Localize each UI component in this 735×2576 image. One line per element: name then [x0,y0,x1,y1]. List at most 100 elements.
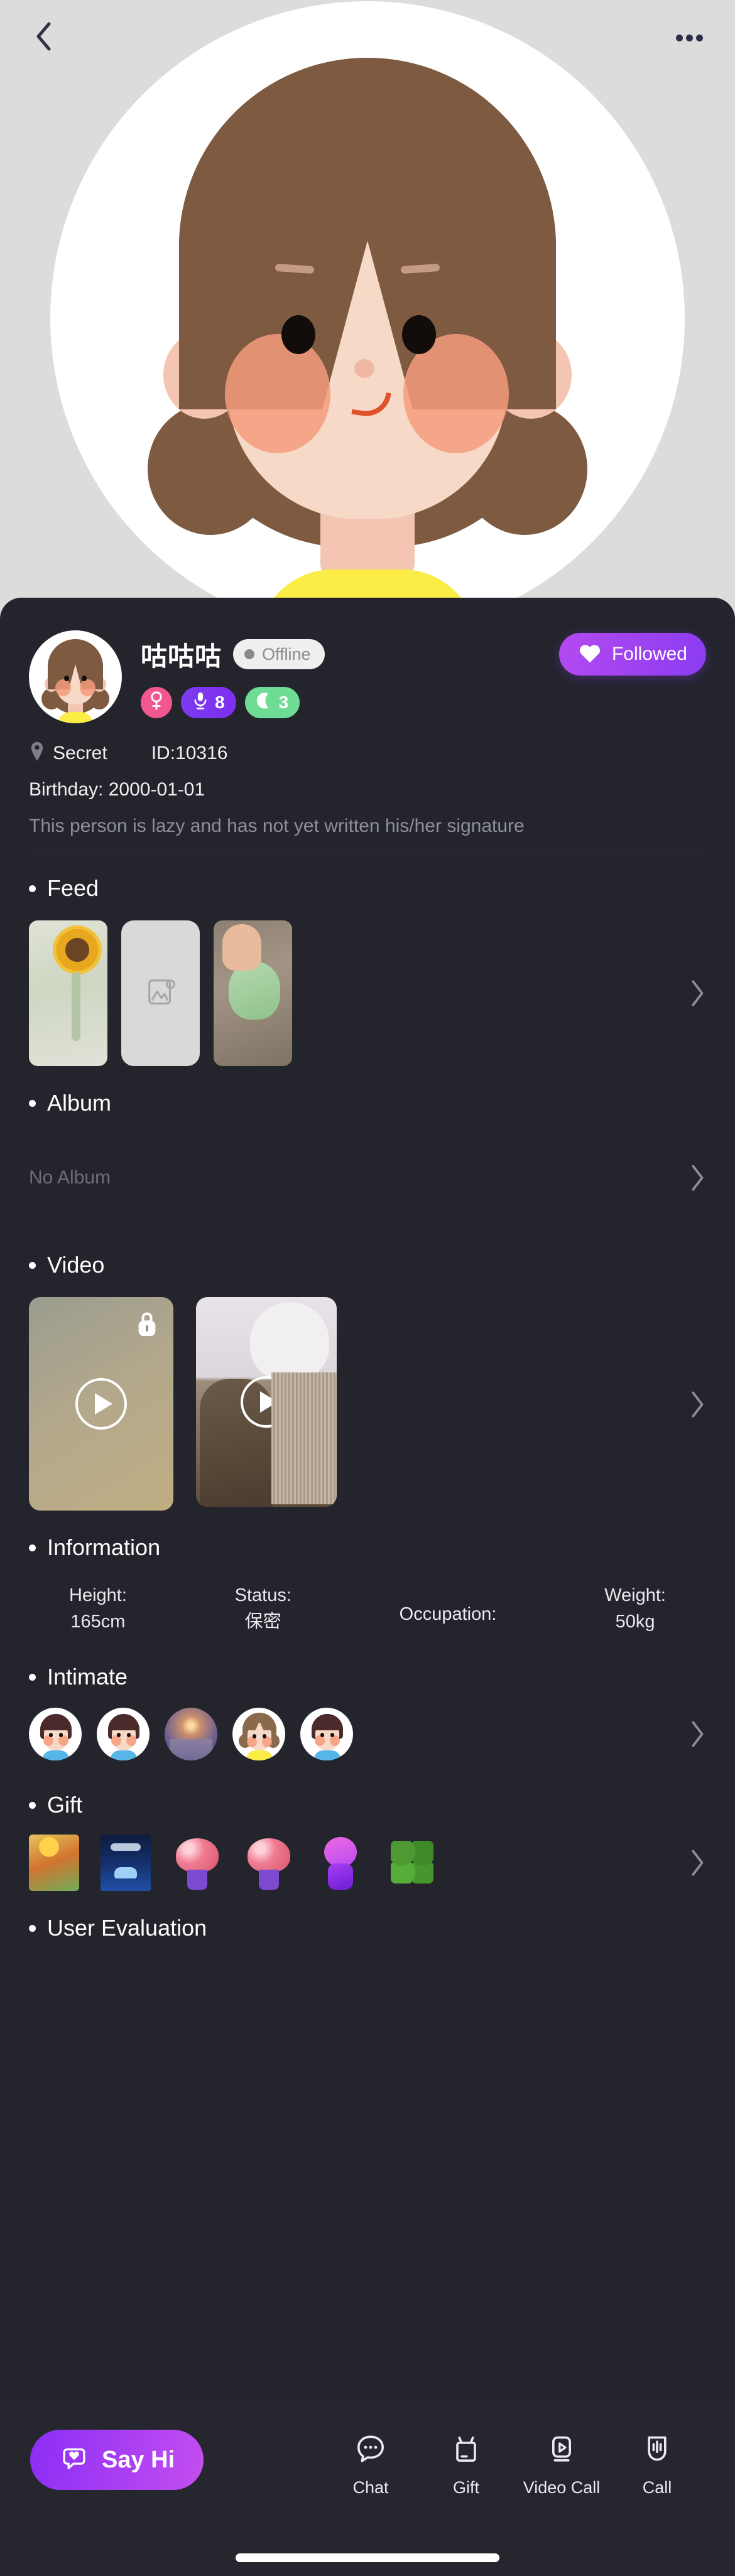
gift-item-four-leaf-clover[interactable] [387,1835,437,1891]
mini-avatar-cheek-right [80,679,95,696]
bottom-action-chat-label: Chat [352,2478,389,2497]
avatar[interactable] [29,630,122,723]
profile-birthday: Birthday: 2000-01-01 [29,779,205,800]
video-rail[interactable] [29,1297,706,1511]
location-pin-icon [29,741,45,765]
say-hi-button[interactable]: Say Hi [30,2430,204,2490]
album-empty-label: No Album [29,1167,111,1188]
bottom-action-gift[interactable]: Gift [418,2430,514,2498]
status-badge-label: Offline [262,644,311,664]
microphone-icon [192,691,209,714]
moon-icon [256,692,273,714]
profile-sheet: 咕咕咕 Offline Followed 8 3 Secret ID:10316… [0,598,735,2576]
album-row[interactable]: No Album [29,1128,706,1228]
mini-avatar-cheek-left [55,679,71,696]
play-icon[interactable] [241,1376,292,1428]
status-badge: Offline [233,639,325,669]
gift-item-plane[interactable] [29,1835,79,1892]
section-bullet-icon [29,1673,36,1681]
gift-item-rose-bouquet[interactable] [172,1835,222,1891]
bottom-action-chat[interactable]: Chat [323,2430,418,2498]
chevron-right-icon[interactable] [687,977,706,1010]
info-field-height-value: 165cm [70,1612,126,1632]
info-field-height: Height: 165cm [69,1582,127,1635]
profile-meta: Secret ID:10316 [29,741,706,765]
more-options-button[interactable] [672,23,706,52]
section-title-intimate: Intimate [47,1664,128,1690]
information-grid: Height: 165cm Status: 保密 Occupation: Wei… [29,1561,706,1635]
chevron-right-icon[interactable] [687,1718,706,1750]
section-bullet-icon [29,1261,36,1269]
bottom-action-call[interactable]: Call [609,2430,705,2498]
lock-icon [132,1308,162,1339]
avatar-cheek-left [225,334,330,453]
section-bullet-icon [29,885,36,892]
profile-location: Secret [53,742,107,763]
bottom-action-call-label: Call [642,2478,672,2497]
mini-avatar-shirt [58,712,93,723]
gift-box-icon [450,2433,482,2469]
section-bullet-icon [29,1544,36,1551]
heart-icon [578,642,602,667]
page-title: 咕咕咕 [141,641,222,671]
mini-avatar-eye-right [82,676,87,681]
status-badge-moon-level-value: 3 [278,693,289,712]
section-video: Video [0,1228,735,1511]
chat-heart-icon [59,2444,89,2477]
chevron-right-icon[interactable] [687,1161,706,1194]
feed-rail[interactable] [29,920,706,1066]
bottom-action-gift-label: Gift [452,2478,479,2497]
more-options-icon [675,34,703,41]
top-bar [0,0,735,75]
section-title-information: Information [47,1534,161,1560]
intimate-rail[interactable] [29,1708,706,1761]
intimate-avatar[interactable] [165,1708,217,1761]
back-button[interactable] [29,22,58,52]
section-title-gift: Gift [47,1792,83,1818]
chevron-right-icon[interactable] [687,1846,706,1879]
gift-item-purple-bear[interactable] [315,1835,366,1891]
feed-item[interactable] [214,920,292,1066]
status-badge-gender [141,687,172,718]
gift-item-sports-car[interactable] [101,1835,151,1892]
intimate-avatar[interactable] [300,1708,353,1761]
follow-button[interactable]: Followed [558,633,706,676]
gift-rail[interactable] [29,1835,706,1892]
video-item[interactable] [29,1297,173,1511]
avatar-nose [354,359,374,378]
chat-bubble-icon [354,2433,387,2469]
info-field-occupation: Occupation: [400,1582,497,1627]
bottom-action-video-call[interactable]: Video Call [514,2430,609,2498]
home-indicator [236,2553,499,2562]
play-icon[interactable] [75,1378,127,1430]
bottom-action-bar: Say Hi Chat Gift Video Call Call [0,2401,735,2576]
section-bullet-icon [29,1099,36,1107]
section-feed: Feed [0,851,735,1066]
hero-avatar-banner [0,0,735,622]
intimate-avatar[interactable] [232,1708,285,1761]
intimate-avatar[interactable] [97,1708,150,1761]
section-bullet-icon [29,1801,36,1809]
female-gender-icon [148,691,165,715]
profile-signature: This person is lazy and has not yet writ… [29,816,525,836]
video-item[interactable] [196,1297,337,1507]
chevron-right-icon[interactable] [687,1388,706,1421]
section-user-evaluation: User Evaluation [0,1891,735,1941]
feed-item[interactable] [29,920,107,1066]
section-title-album: Album [47,1090,112,1116]
info-field-status-label: Status: [234,1585,291,1605]
voice-call-icon [641,2433,673,2469]
gift-item-rose-bouquet[interactable] [244,1835,294,1891]
status-dot-icon [244,649,255,659]
hero-avatar-image[interactable] [50,1,685,622]
status-badge-voice-level-value: 8 [215,693,225,712]
section-album: Album No Album [0,1066,735,1228]
status-badge-voice-level: 8 [181,687,236,718]
feed-item[interactable] [121,920,200,1066]
profile-header: 咕咕咕 Offline Followed 8 3 Secret ID:10316… [0,598,735,851]
section-title-video: Video [47,1252,105,1278]
info-field-status-value: 保密 [244,1612,281,1632]
intimate-avatar[interactable] [29,1708,82,1761]
avatar-eye-left [281,315,315,354]
